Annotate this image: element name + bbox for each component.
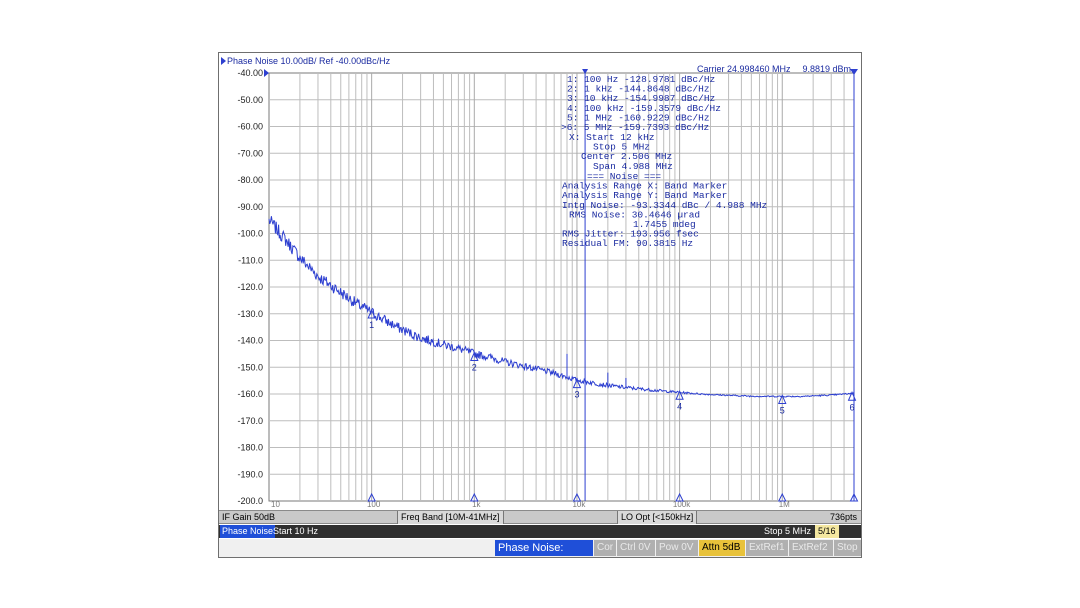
y-tick-label: -120.0 — [237, 282, 263, 292]
sweep-fraction: 5/16 — [815, 525, 839, 538]
title-arrow-icon — [221, 57, 226, 65]
extref2-button[interactable]: ExtRef2 — [789, 540, 833, 556]
y-tick-label: -60.00 — [237, 122, 263, 132]
x-tick-label: 10 — [271, 500, 280, 509]
y-tick-label: -170.0 — [237, 416, 263, 426]
instrument-display: -40.00 -50.00 -60.00 -70.00 -80.00 -90.00 -100… — [218, 52, 862, 570]
y-tick-label: -80.00 — [237, 175, 263, 185]
carrier-frequency: Carrier 24.998460 MHz — [697, 64, 791, 74]
marker-label: 3 — [574, 390, 579, 400]
channel-bar: Phase Noise Start 10 Hz Stop 5 MHz 5/16 — [219, 525, 861, 538]
y-tick-label: -50.00 — [237, 95, 263, 105]
marker-label: 4 — [677, 401, 682, 411]
marker-label: 5 — [780, 405, 785, 415]
stop-frequency[interactable]: Stop 5 MHz — [764, 525, 811, 538]
if-gain-label: IF Gain 50dB — [222, 512, 276, 522]
y-tick-label: -160.0 — [237, 389, 263, 399]
marker-label: 6 — [849, 402, 854, 412]
y-tick-label: -70.00 — [237, 148, 263, 158]
y-tick-label: -40.00 — [237, 68, 263, 78]
attn-button[interactable]: Attn 5dB — [699, 540, 745, 556]
status-bar: IF Gain 50dB Freq Band [10M-41MHz] LO Op… — [219, 510, 861, 524]
chart-title: Phase Noise 10.00dB/ Ref -40.00dBc/Hz — [227, 56, 391, 66]
points-label: 736pts — [829, 512, 857, 522]
phase-noise-meas-button[interactable]: Phase Noise: Meas — [495, 540, 593, 570]
channel-label[interactable]: Phase Noise — [220, 525, 276, 538]
softkey-bar: Phase Noise: Meas Cor Ctrl 0V Pow 0V Att… — [219, 539, 861, 570]
stop-button[interactable]: Stop — [834, 540, 861, 556]
y-tick-label: -200.0 — [237, 496, 263, 506]
extref1-button[interactable]: ExtRef1 — [746, 540, 788, 556]
phase-noise-chart: -40.00 -50.00 -60.00 -70.00 -80.00 -90.00 -100… — [221, 56, 859, 509]
carrier-power: 9.8819 dBm — [802, 64, 851, 74]
y-tick-label: -140.0 — [237, 336, 263, 346]
marker-label: 1 — [369, 320, 374, 330]
freq-band-label: Freq Band [10M-41MHz] — [397, 511, 504, 524]
y-tick-label: -90.00 — [237, 202, 263, 212]
reference-arrow-icon — [264, 69, 269, 77]
chart-grid — [268, 72, 855, 502]
y-tick-label: -180.0 — [237, 443, 263, 453]
cor-button[interactable]: Cor — [594, 540, 616, 556]
y-tick-label: -150.0 — [237, 362, 263, 372]
noise-info-row: Residual FM: 90.3815 Hz — [562, 238, 693, 249]
start-frequency[interactable]: Start 10 Hz — [273, 525, 318, 538]
y-tick-label: -100.0 — [237, 229, 263, 239]
y-tick-label: -130.0 — [237, 309, 263, 319]
y-tick-label: -190.0 — [237, 469, 263, 479]
lo-opt-label: LO Opt [<150kHz] — [617, 511, 698, 524]
pow-button[interactable]: Pow 0V — [656, 540, 698, 556]
ctrl-button[interactable]: Ctrl 0V — [617, 540, 655, 556]
marker-label: 2 — [472, 363, 477, 373]
y-tick-label: -110.0 — [238, 255, 263, 265]
